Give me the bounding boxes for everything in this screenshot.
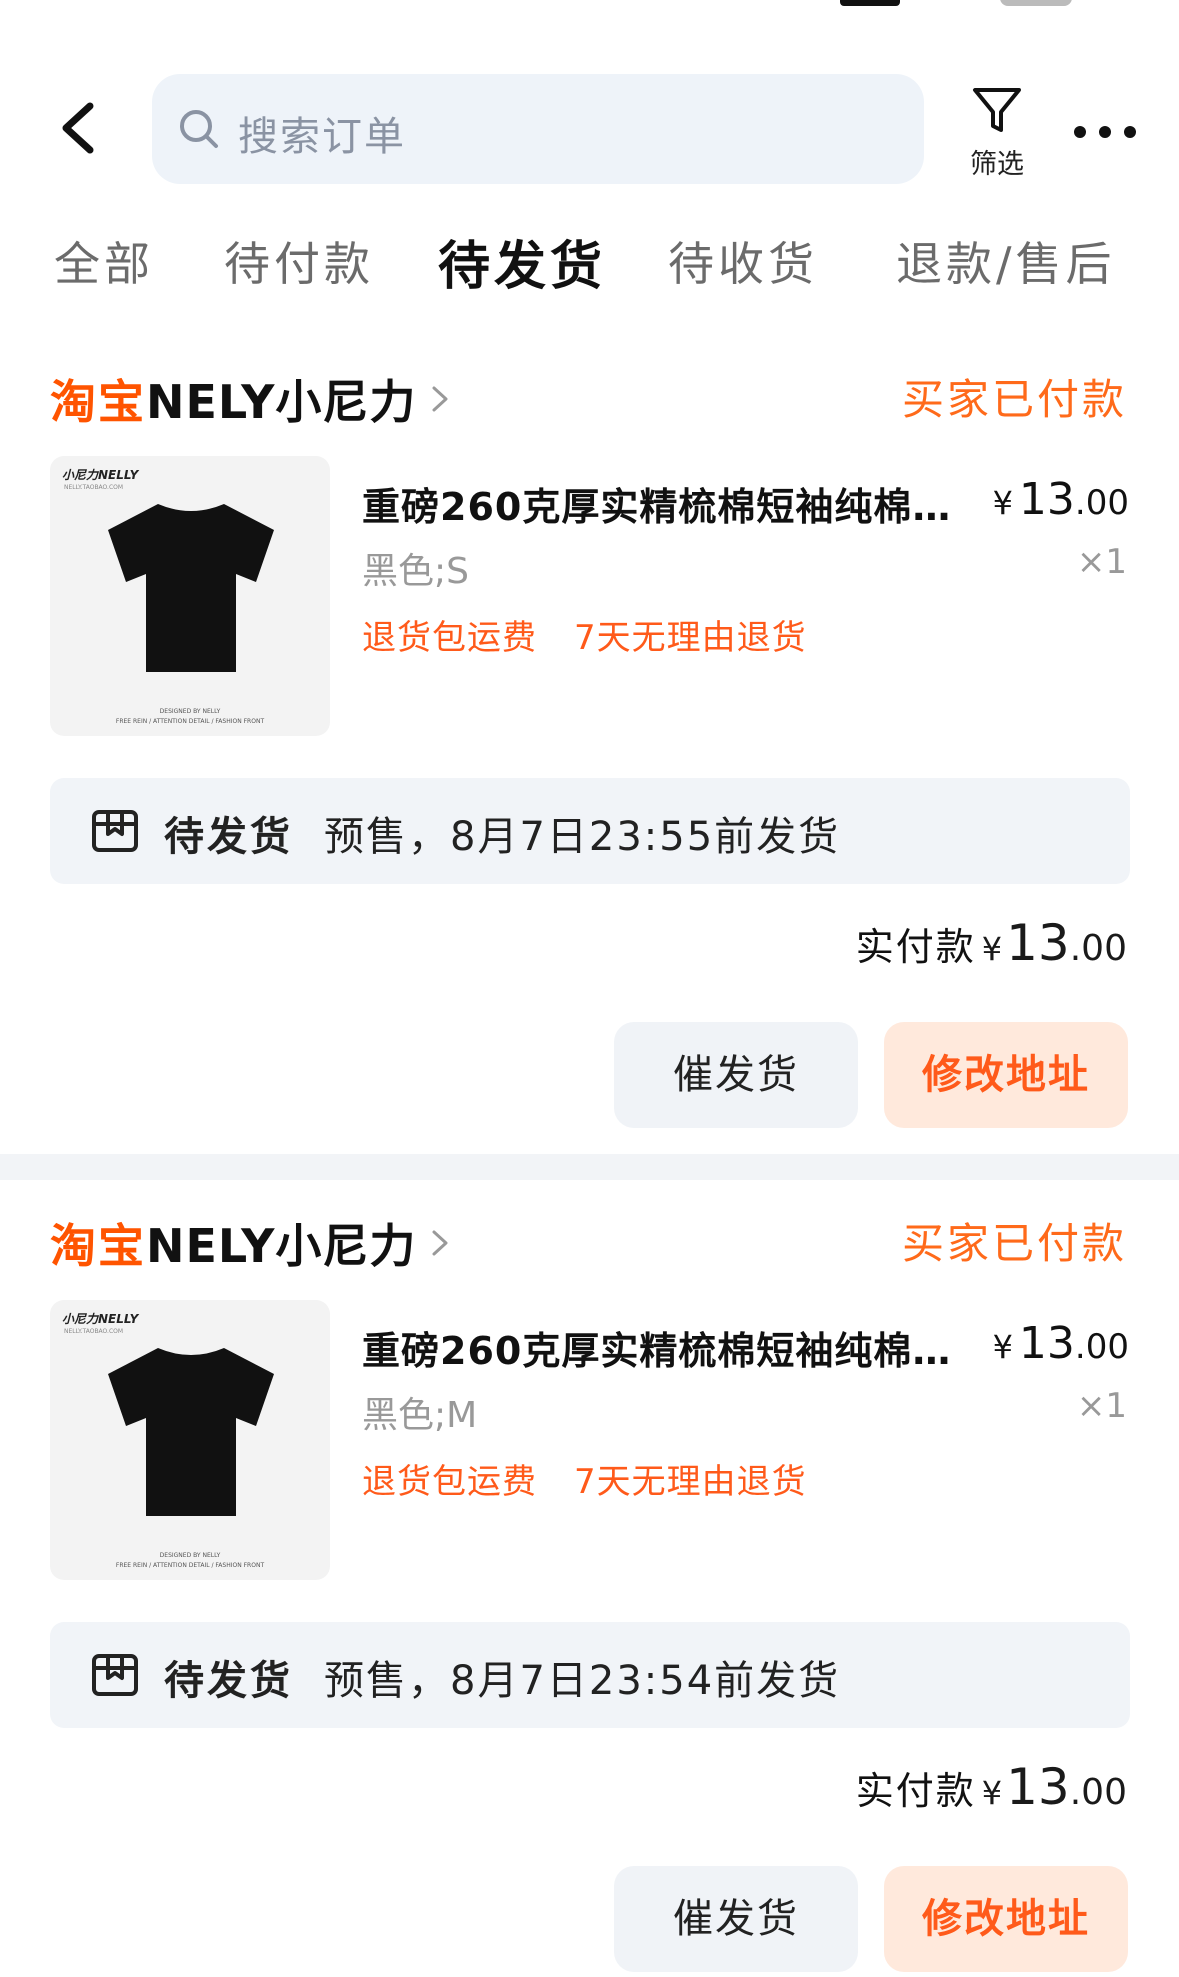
tag-seven-day-return: 7天无理由退货 [574,1462,807,1502]
thumb-caption-2: FREE REIN / ATTENTION DETAIL / FASHION F… [115,718,265,725]
modify-address-button[interactable]: 修改地址 [884,1022,1128,1128]
thumb-caption-2: FREE REIN / ATTENTION DETAIL / FASHION F… [115,1562,265,1569]
paid-amount: 实付款 ¥13.00 [856,1758,1127,1816]
thumb-caption-1: DESIGNED BY NELLY [159,708,221,715]
header: 搜索订单 筛选 [0,70,1179,190]
filter-icon [973,88,1021,132]
product-image[interactable]: 小尼力NELLY NELLY.TAOBAO.COM DESIGNED BY NE… [50,456,330,736]
tag-return-shipping: 退货包运费 [362,618,537,658]
chevron-right-icon [432,1230,448,1256]
search-input[interactable]: 搜索订单 [152,74,924,184]
product-title[interactable]: 重磅260克厚实精梳棉短袖纯棉… [362,1320,982,1375]
thumb-brand-sub: NELLY.TAOBAO.COM [64,484,124,491]
product-title[interactable]: 重磅260克厚实精梳棉短袖纯棉… [362,476,982,531]
shop-name: NELY小尼力 [146,375,417,429]
price-currency: ¥ [992,1328,1013,1366]
thumb-brand-sub: NELLY.TAOBAO.COM [64,1328,124,1335]
paid-currency: ¥ [981,1774,1003,1812]
search-icon [180,110,218,148]
product-sku: 黑色;M [362,1395,478,1436]
tab-pending-shipment[interactable]: 待发货 [438,224,606,299]
price-decimal: .00 [1074,1327,1129,1367]
paid-integer: 13 [1006,1758,1070,1816]
thumb-brand: 小尼力NELLY [62,468,139,482]
paid-label: 实付款 [855,1769,976,1813]
shop-link[interactable]: 淘宝NELY小尼力 [50,366,454,429]
shop-link[interactable]: 淘宝NELY小尼力 [50,1210,454,1273]
chevron-left-icon [62,102,94,154]
paid-integer: 13 [1006,914,1070,972]
urge-shipment-button[interactable]: 催发货 [614,1022,858,1128]
tab-pending-receipt[interactable]: 待收货 [668,228,818,294]
product-quantity: ×1 [1076,1386,1127,1426]
paid-currency: ¥ [981,930,1003,968]
modify-address-button[interactable]: 修改地址 [884,1866,1128,1972]
shipping-status: 待发货 [164,814,293,860]
status-bar [0,0,1179,20]
package-icon [92,1654,138,1696]
shipping-status-box[interactable]: 待发货 预售，8月7日23:55前发货 [50,778,1130,884]
product-sku: 黑色;S [362,551,469,592]
price-integer: 13 [1018,474,1075,525]
price-currency: ¥ [992,484,1013,522]
product-price: ¥13.00 [993,474,1129,525]
product-quantity: ×1 [1076,542,1127,582]
thumb-brand: 小尼力NELLY [62,1312,139,1326]
paid-amount: 实付款 ¥13.00 [856,914,1127,972]
price-decimal: .00 [1074,483,1129,523]
thumb-caption-1: DESIGNED BY NELLY [159,1552,221,1559]
shipping-deadline: 预售，8月7日23:55前发货 [324,814,841,860]
signal-icon [840,0,900,6]
shipping-status: 待发货 [164,1658,293,1704]
order-status: 买家已付款 [901,375,1127,424]
tag-seven-day-return: 7天无理由退货 [574,618,807,658]
package-icon [92,810,138,852]
more-dots-icon [1074,126,1136,138]
order-status: 买家已付款 [901,1219,1127,1268]
chevron-right-icon [432,386,448,412]
shipping-status-box[interactable]: 待发货 预售，8月7日23:54前发货 [50,1622,1130,1728]
paid-decimal: .00 [1069,1772,1127,1813]
platform-label: 淘宝 [50,375,146,429]
filter-label: 筛选 [970,149,1024,180]
search-placeholder: 搜索订单 [238,114,406,160]
tab-refund-aftersale[interactable]: 退款/售后 [896,228,1116,294]
shop-name: NELY小尼力 [146,1219,417,1273]
back-button[interactable] [50,98,110,158]
tshirt-image [108,1348,274,1516]
product-price: ¥13.00 [993,1318,1129,1369]
more-button[interactable] [1070,112,1140,152]
tshirt-image [108,504,274,672]
shipping-deadline: 预售，8月7日23:54前发货 [324,1658,841,1704]
product-image[interactable]: 小尼力NELLY NELLY.TAOBAO.COM DESIGNED BY NE… [50,1300,330,1580]
paid-label: 实付款 [855,925,976,969]
platform-label: 淘宝 [50,1219,146,1273]
tab-pending-payment[interactable]: 待付款 [224,228,374,294]
tag-return-shipping: 退货包运费 [362,1462,537,1502]
price-integer: 13 [1018,1318,1075,1369]
paid-decimal: .00 [1069,928,1127,969]
filter-button[interactable]: 筛选 [960,80,1034,180]
order-separator [0,1154,1179,1180]
tab-all[interactable]: 全部 [54,228,154,294]
order-tabs: 全部 待付款 待发货 待收货 退款/售后 [0,228,1179,308]
urge-shipment-button[interactable]: 催发货 [614,1866,858,1972]
battery-icon [1000,0,1072,6]
